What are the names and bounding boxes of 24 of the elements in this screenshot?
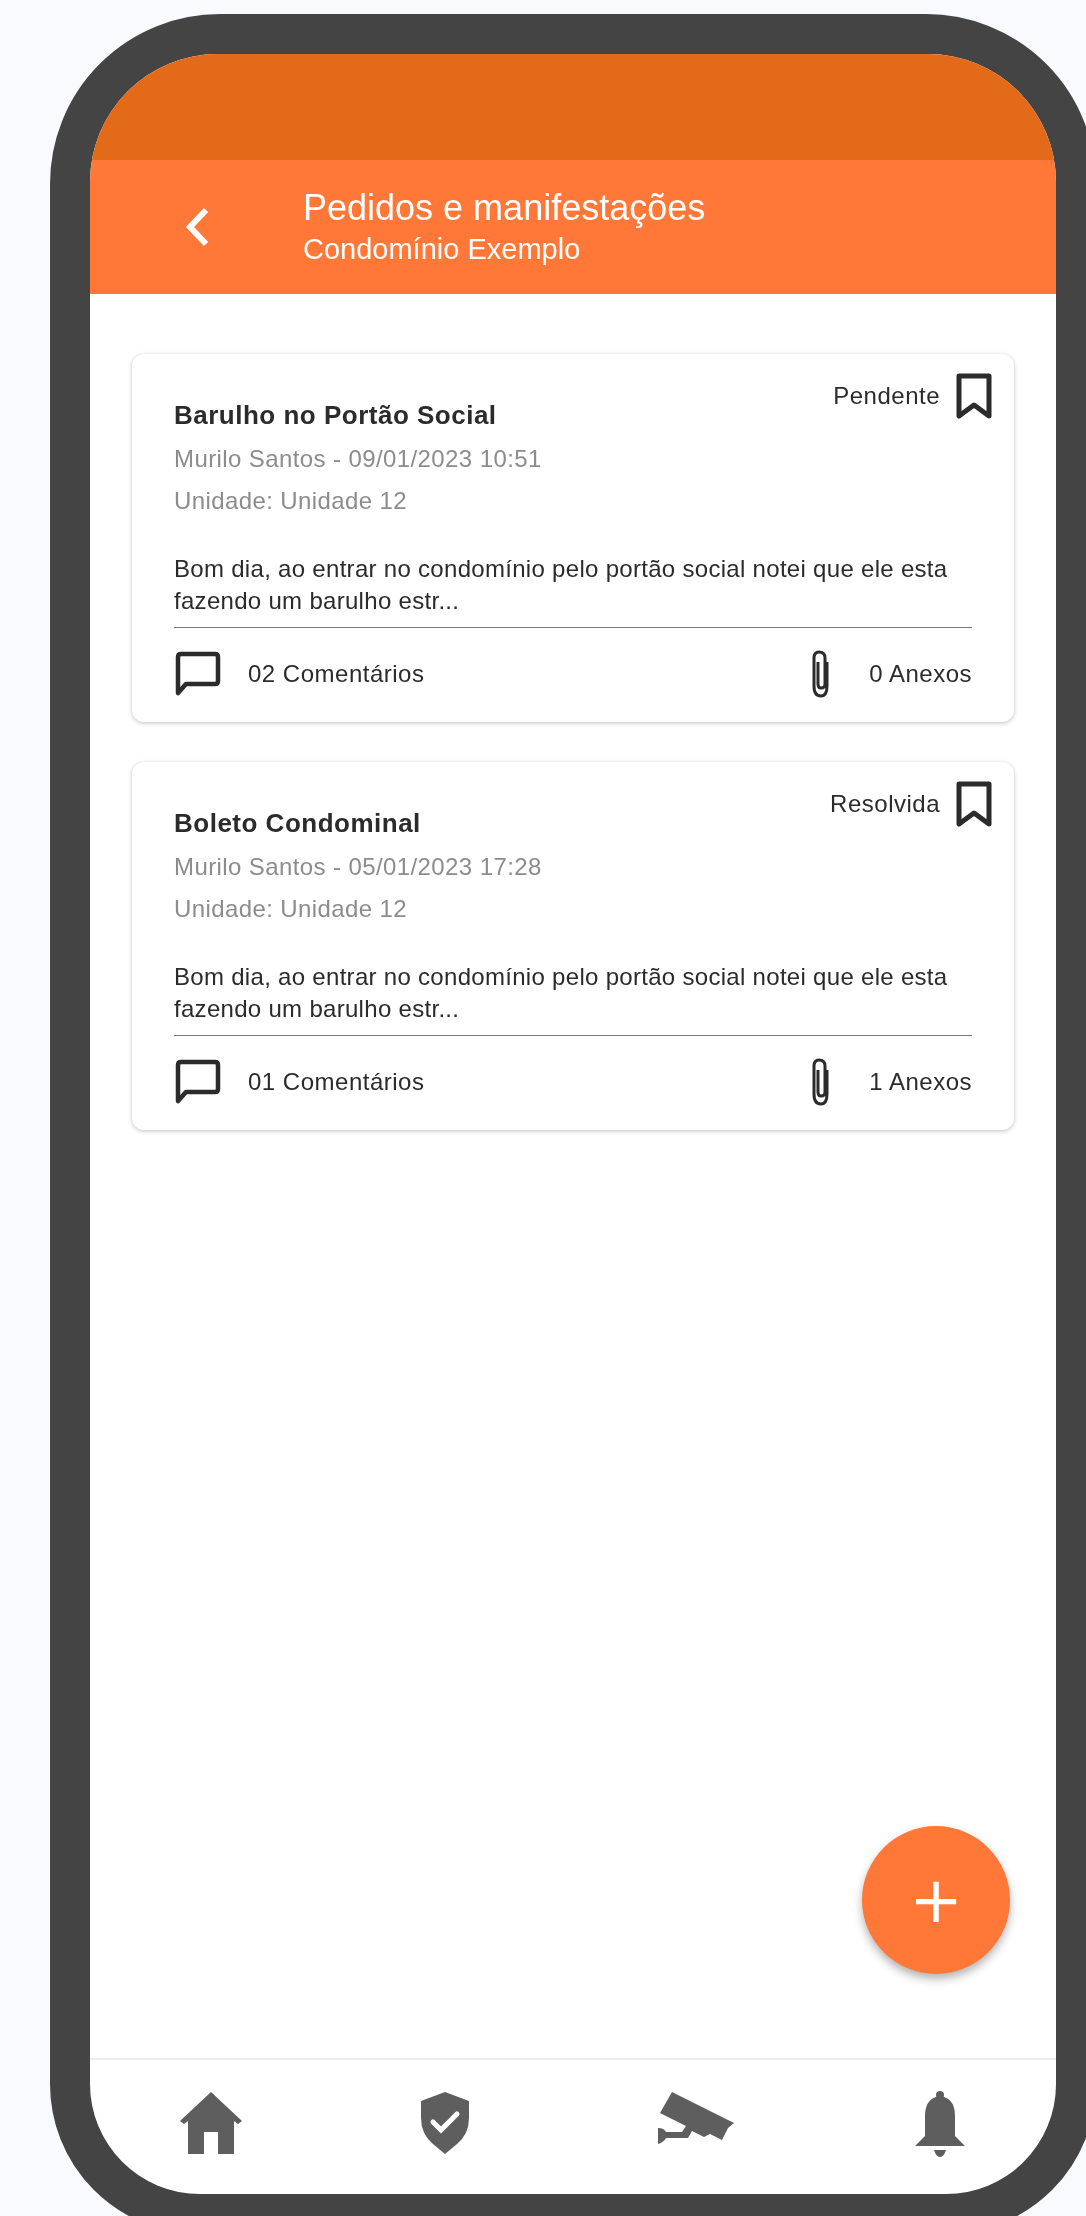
comments-count: 01 Comentários: [248, 1068, 426, 1096]
attachments-count: 0 Anexos: [869, 660, 972, 688]
request-card[interactable]: [132, 762, 1014, 1130]
shield-check-icon[interactable]: [418, 2090, 471, 2156]
comment-icon: [174, 1059, 222, 1105]
page-title: Pedidos e manifestações: [303, 186, 706, 230]
request-title: Boleto Condominal: [174, 808, 421, 839]
status-label: Resolvida: [830, 790, 940, 818]
add-button[interactable]: +: [862, 1826, 1010, 1974]
request-description: Bom dia, ao entrar no condomínio pelo portão social notei que ele esta fazendo um barulho estr...: [174, 962, 949, 1024]
comments-count: 02 Comentários: [248, 660, 426, 688]
unit-label: Unidade: Unidade 12: [174, 487, 409, 515]
author-date: Murilo Santos - 09/01/2023 10:51: [174, 445, 543, 473]
page-subtitle: Condomínio Exemplo: [303, 232, 582, 267]
request-description: Bom dia, ao entrar no condomínio pelo portão social notei que ele esta fazendo um barulho estr...: [174, 554, 949, 616]
comment-icon: [174, 651, 222, 697]
bookmark-icon[interactable]: [954, 372, 994, 420]
unit-label: Unidade: Unidade 12: [174, 895, 409, 923]
bookmark-icon[interactable]: [954, 780, 994, 828]
status-label: Pendente: [833, 382, 940, 410]
attachments-count: 1 Anexos: [869, 1068, 972, 1096]
author-date: Murilo Santos - 05/01/2023 17:28: [174, 853, 543, 881]
request-title: Barulho no Portão Social: [174, 400, 497, 431]
request-card[interactable]: [132, 354, 1014, 722]
